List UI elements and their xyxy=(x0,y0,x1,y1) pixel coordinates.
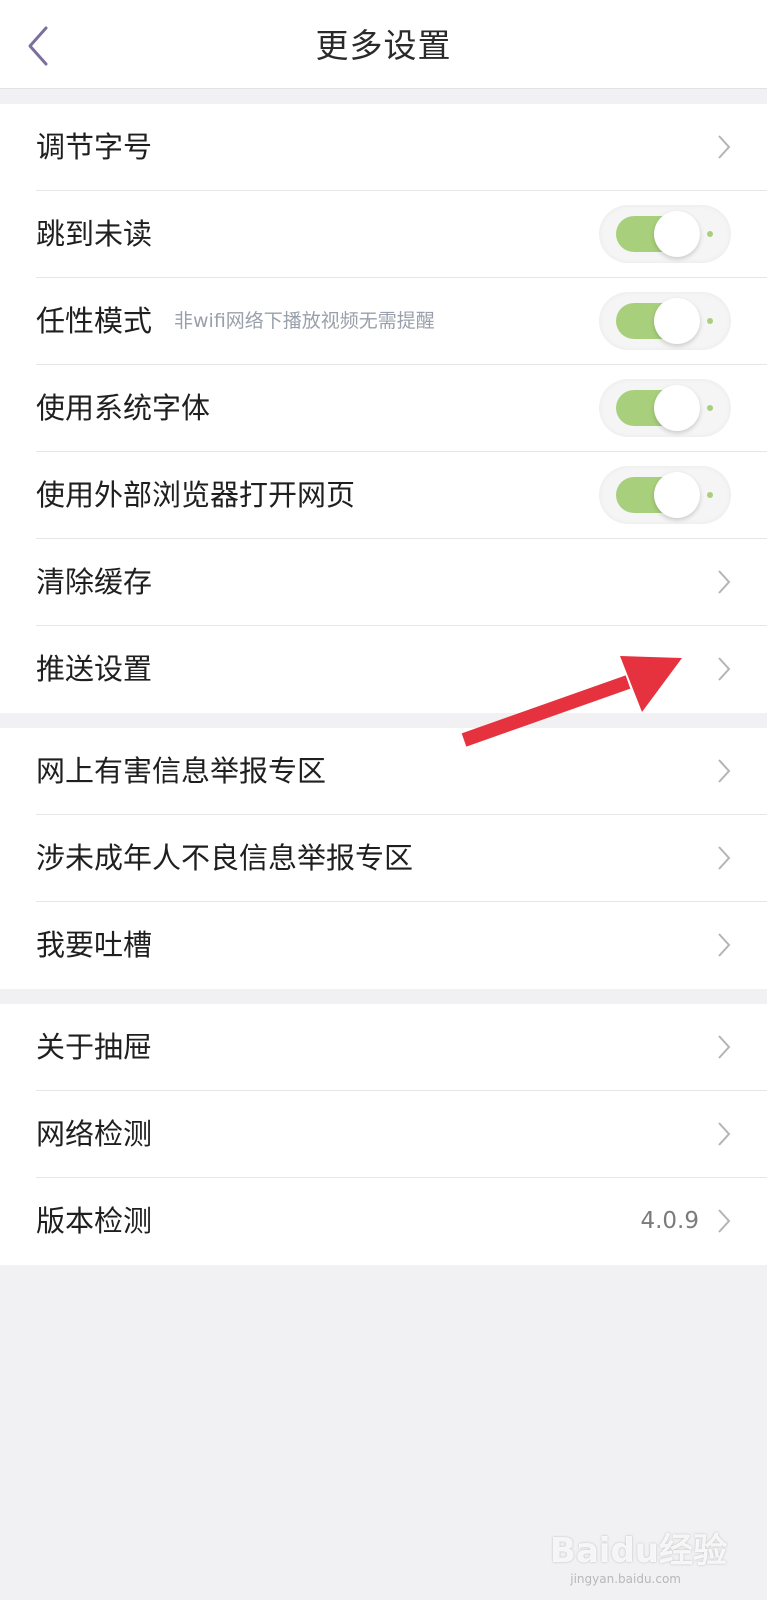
setting-label: 关于抽屉 xyxy=(36,1030,153,1064)
header-bar: 更多设置 xyxy=(0,0,767,89)
setting-label: 清除缓存 xyxy=(36,565,153,599)
chevron-right-icon xyxy=(717,1208,731,1234)
setting-use-system-font: 使用系统字体 xyxy=(36,365,767,452)
settings-group-about: 关于抽屉 网络检测 版本检测 4.0.9 xyxy=(0,1004,767,1265)
setting-willful-mode: 任性模式 非wifi网络下播放视频无需提醒 xyxy=(36,278,767,365)
setting-label: 网络检测 xyxy=(36,1117,153,1151)
setting-external-browser: 使用外部浏览器打开网页 xyxy=(36,452,767,539)
setting-label: 推送设置 xyxy=(36,652,153,686)
setting-about[interactable]: 关于抽屉 xyxy=(36,1004,767,1091)
setting-network-check[interactable]: 网络检测 xyxy=(36,1091,767,1178)
toggle-on-indicator xyxy=(707,405,713,411)
setting-harmful-info-report[interactable]: 网上有害信息举报专区 xyxy=(36,728,767,815)
toggle-knob xyxy=(654,211,700,257)
watermark-logo: Baidu经验 xyxy=(549,1531,727,1571)
setting-label: 使用外部浏览器打开网页 xyxy=(36,478,356,512)
setting-jump-to-unread: 跳到未读 xyxy=(36,191,767,278)
chevron-right-icon xyxy=(717,1034,731,1060)
chevron-right-icon xyxy=(717,932,731,958)
chevron-right-icon xyxy=(717,758,731,784)
jump-to-unread-toggle[interactable] xyxy=(599,205,731,263)
setting-label: 调节字号 xyxy=(36,130,153,164)
settings-group-display: 调节字号 跳到未读 任性模式 非wifi网络下播放视频无需提醒 使用系统字体 使… xyxy=(0,104,767,713)
chevron-right-icon xyxy=(717,134,731,160)
settings-group-report: 网上有害信息举报专区 涉未成年人不良信息举报专区 我要吐槽 xyxy=(0,728,767,989)
toggle-on-indicator xyxy=(707,492,713,498)
chevron-right-icon xyxy=(717,1121,731,1147)
setting-label: 跳到未读 xyxy=(36,217,153,251)
toggle-knob xyxy=(654,472,700,518)
setting-label: 我要吐槽 xyxy=(36,928,153,962)
chevron-right-icon xyxy=(717,569,731,595)
setting-minor-info-report[interactable]: 涉未成年人不良信息举报专区 xyxy=(36,815,767,902)
setting-clear-cache[interactable]: 清除缓存 xyxy=(36,539,767,626)
setting-label: 任性模式 xyxy=(36,304,153,338)
setting-adjust-font-size[interactable]: 调节字号 xyxy=(36,104,767,191)
external-browser-toggle[interactable] xyxy=(599,466,731,524)
chevron-right-icon xyxy=(717,845,731,871)
toggle-knob xyxy=(654,385,700,431)
setting-feedback[interactable]: 我要吐槽 xyxy=(36,902,767,989)
chevron-right-icon xyxy=(717,656,731,682)
toggle-on-indicator xyxy=(707,231,713,237)
setting-label: 网上有害信息举报专区 xyxy=(36,754,327,788)
setting-push-settings[interactable]: 推送设置 xyxy=(36,626,767,713)
setting-version-check[interactable]: 版本检测 4.0.9 xyxy=(36,1178,767,1265)
use-system-font-toggle[interactable] xyxy=(599,379,731,437)
willful-mode-toggle[interactable] xyxy=(599,292,731,350)
toggle-on-indicator xyxy=(707,318,713,324)
setting-label: 涉未成年人不良信息举报专区 xyxy=(36,841,414,875)
watermark-url: jingyan.baidu.com xyxy=(570,1572,681,1586)
setting-label: 使用系统字体 xyxy=(36,391,211,425)
setting-hint: 非wifi网络下播放视频无需提醒 xyxy=(174,310,435,332)
version-value: 4.0.9 xyxy=(640,1208,699,1234)
toggle-knob xyxy=(654,298,700,344)
page-title: 更多设置 xyxy=(315,26,452,65)
setting-label: 版本检测 xyxy=(36,1204,153,1238)
